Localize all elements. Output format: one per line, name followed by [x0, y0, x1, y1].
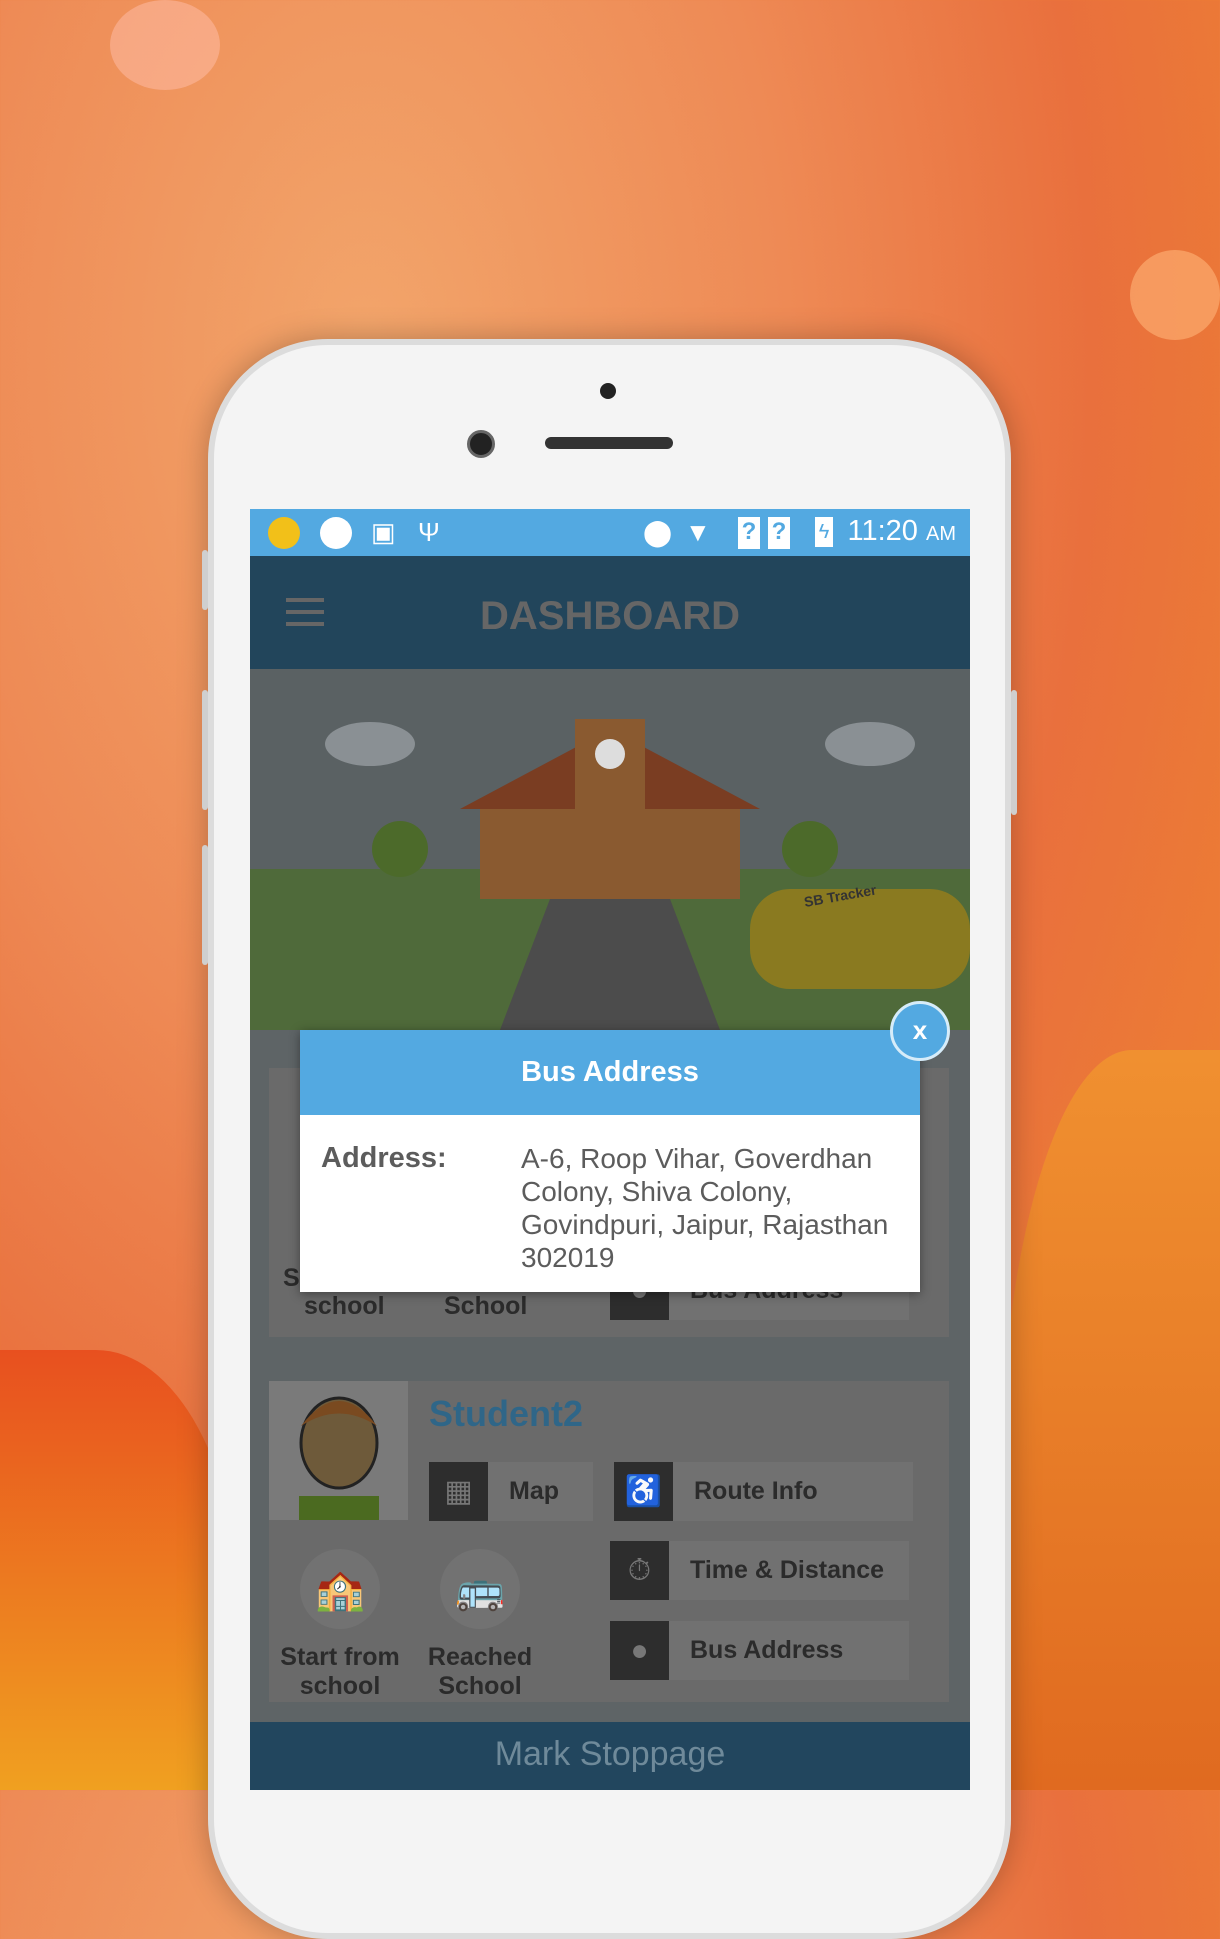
status-label: Reached School: [427, 1643, 533, 1700]
bus-stop-icon: 🚌: [440, 1549, 520, 1629]
school-banner: SB Tracker: [250, 669, 970, 1030]
wifi-icon: ▼: [685, 517, 711, 547]
button-label: Bus Address: [690, 1636, 844, 1664]
usb-icon: Ψ: [418, 517, 440, 547]
avatar: [269, 1381, 408, 1520]
close-icon[interactable]: x: [890, 1001, 950, 1061]
button-label: Route Info: [694, 1477, 818, 1505]
phone-volume-up: [202, 690, 208, 810]
dialog-title: Bus Address: [300, 1030, 920, 1115]
location-pin-icon: ●: [610, 1621, 669, 1680]
mark-stoppage-button[interactable]: Mark Stoppage: [250, 1722, 970, 1790]
address-label: Address:: [321, 1142, 447, 1174]
sim-unknown-icon: ?: [738, 517, 760, 549]
bus-address-dialog: Bus Address Address: A-6, Roop Vihar, Go…: [300, 1030, 920, 1292]
phone-speaker: [545, 437, 673, 449]
status-label: Start from school: [280, 1643, 400, 1700]
background-sun: [110, 0, 220, 90]
background-hill: [1000, 1050, 1220, 1790]
time-distance-button[interactable]: ⏱ Time & Distance: [610, 1541, 909, 1600]
location-icon: ⬤: [643, 517, 673, 547]
clock-time: 11:20: [847, 515, 918, 547]
phone-camera: [467, 430, 495, 458]
clock-ampm: AM: [926, 523, 956, 545]
page-title: DASHBOARD: [480, 594, 740, 638]
school-icon: 🏫: [300, 1549, 380, 1629]
background-hill: [0, 1350, 240, 1790]
bus-address-button[interactable]: ● Bus Address: [610, 1621, 909, 1680]
student1-start-from-school[interactable]: school: [304, 1292, 385, 1321]
phone-volume-down: [202, 845, 208, 965]
background-moon: [1130, 250, 1220, 340]
address-value: A-6, Roop Vihar, Goverdhan Colony, Shiva…: [521, 1143, 889, 1273]
student2-card: Student2 ▦ Map ♿ Route Info ⏱ Time & Dis…: [269, 1381, 949, 1702]
button-label: Time & Distance: [690, 1556, 885, 1584]
student1-reached-school[interactable]: School: [444, 1292, 527, 1321]
reached-school-status[interactable]: 🚌 Reached School: [415, 1549, 545, 1701]
map-icon: ▦: [429, 1462, 488, 1521]
battery-charging-icon: ϟ: [815, 517, 833, 547]
app-header: DASHBOARD: [250, 556, 970, 669]
start-from-school-status[interactable]: 🏫 Start from school: [275, 1549, 405, 1701]
map-button[interactable]: ▦ Map: [429, 1462, 593, 1521]
status-bar: ▣ Ψ ⬤ ▼ ? ? ϟ 11:20 AM: [250, 509, 970, 556]
student1-partial-letter: S: [283, 1264, 300, 1292]
phone-power-button: [1011, 690, 1017, 815]
school-illustration: SB Tracker: [250, 719, 970, 1030]
student-name: Student2: [429, 1393, 584, 1434]
driver-icon: ♿: [614, 1462, 673, 1521]
sim-unknown-icon: ?: [768, 517, 790, 549]
phone-sensor: [600, 383, 616, 399]
button-label: Map: [509, 1477, 559, 1505]
clock: 11:20 AM: [848, 515, 956, 548]
android-icon: ▣: [371, 517, 396, 547]
route-info-button[interactable]: ♿ Route Info: [614, 1462, 913, 1521]
circle-icon: [320, 517, 352, 549]
phone-side-button: [202, 550, 208, 610]
stopwatch-icon: ⏱: [610, 1541, 669, 1600]
thermometer-notification-icon: [268, 517, 300, 549]
